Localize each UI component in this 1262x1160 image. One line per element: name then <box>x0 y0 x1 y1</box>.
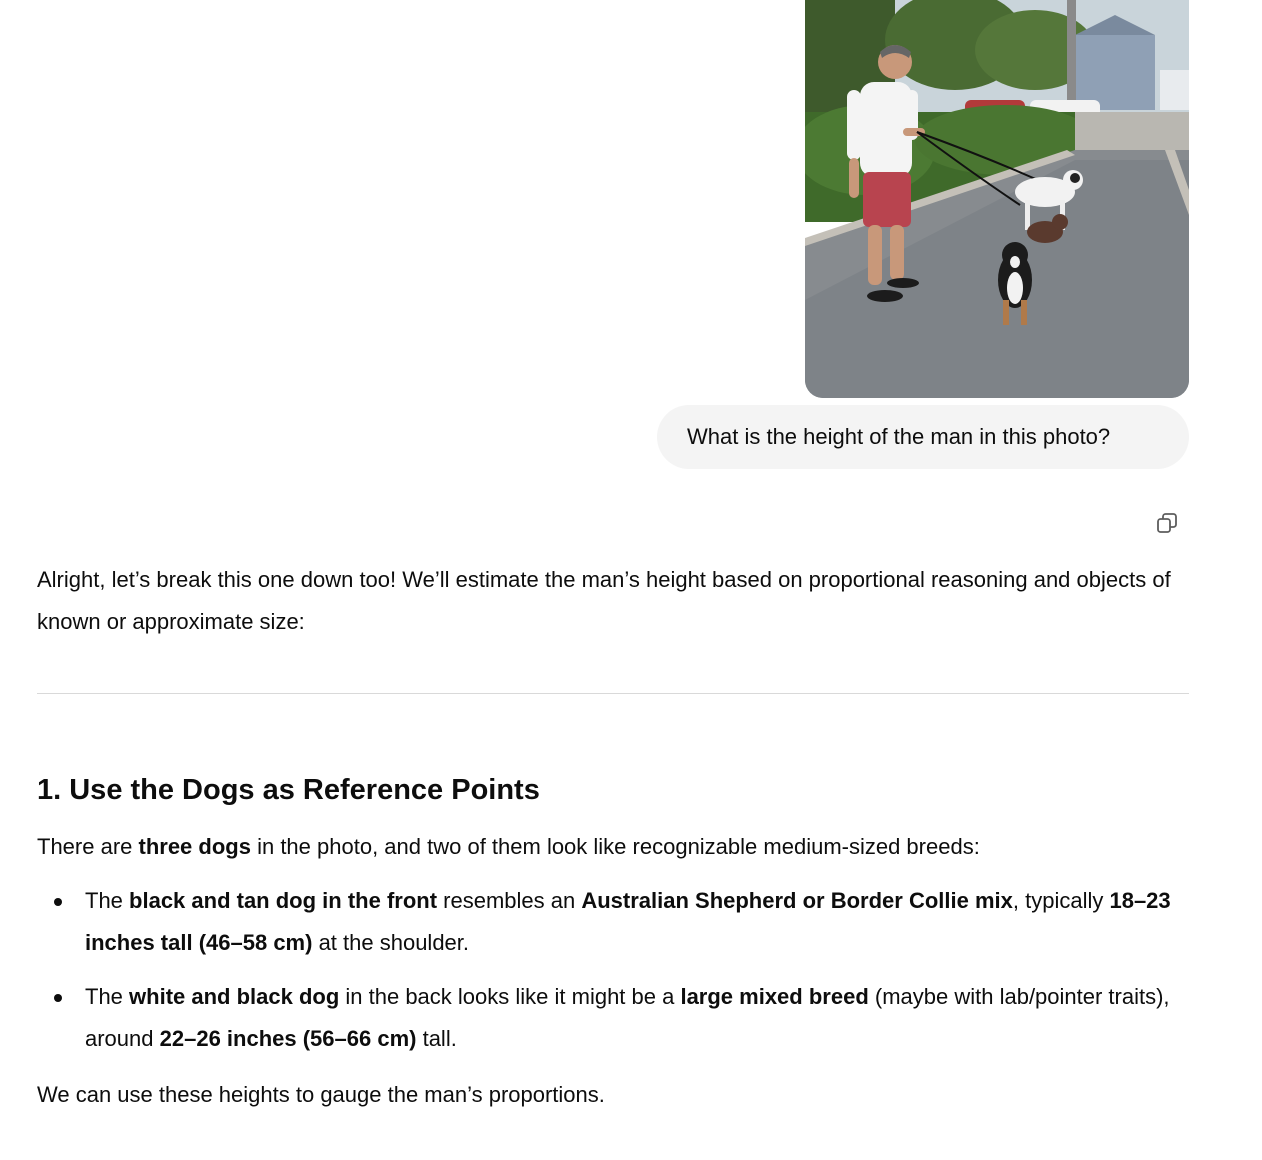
chat-page: What is the height of the man in this ph… <box>0 0 1262 1160</box>
lead-text: There are <box>37 834 139 859</box>
divider <box>37 693 1189 694</box>
bullet-bold: white and black dog <box>129 984 340 1009</box>
section-heading: 1. Use the Dogs as Reference Points <box>37 774 540 806</box>
bullet-text: tall. <box>416 1026 457 1051</box>
bullet-text: The <box>85 888 130 913</box>
copy-icon <box>1157 513 1177 533</box>
bullet-text: in the back looks like it might be a <box>339 984 681 1009</box>
user-photo[interactable] <box>805 0 1189 398</box>
bullet-bold: 22–26 inches (56–66 cm) <box>159 1026 417 1051</box>
reply-intro: Alright, let’s break this one down too! … <box>37 567 1171 634</box>
bullet-item: The white and black dog in the back look… <box>37 976 1197 1060</box>
bullet-bold: Australian Shepherd or Border Collie mix <box>581 888 1013 913</box>
bullet-text: , typically <box>1012 888 1110 913</box>
bullet-text: resembles an <box>437 888 582 913</box>
lead-bold: three dogs <box>138 834 251 859</box>
bullet-list: The black and tan dog in the front resem… <box>37 880 1197 1060</box>
bullet-item: The black and tan dog in the front resem… <box>37 880 1197 964</box>
assistant-reply: Alright, let’s break this one down too! … <box>37 559 1197 1116</box>
copy-button[interactable] <box>1152 508 1182 538</box>
section-closing: We can use these heights to gauge the ma… <box>37 1082 605 1107</box>
lead-text: in the photo, and two of them look like … <box>250 834 980 859</box>
user-message-bubble: What is the height of the man in this ph… <box>657 405 1189 469</box>
bullet-text: The <box>85 984 130 1009</box>
bullet-text: at the shoulder. <box>312 930 470 955</box>
user-message-text: What is the height of the man in this ph… <box>687 424 1111 449</box>
bullet-bold: large mixed breed <box>680 984 869 1009</box>
section-lead: There are three dogs in the photo, and t… <box>37 826 1197 868</box>
bullet-bold: black and tan dog in the front <box>129 888 438 913</box>
